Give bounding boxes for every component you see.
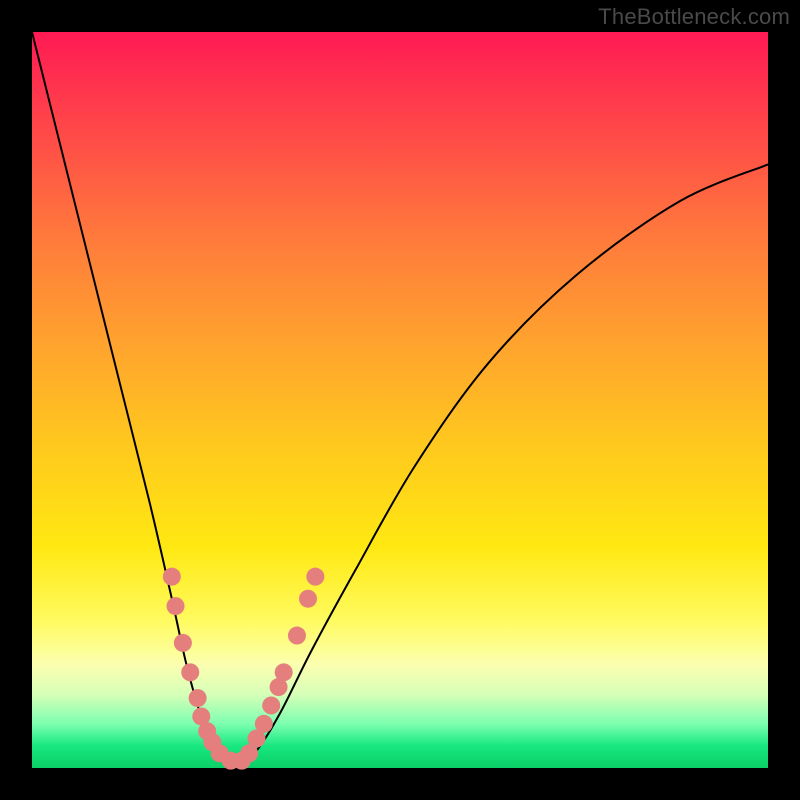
dots-layer — [163, 568, 325, 770]
bottleneck-curve — [32, 32, 768, 762]
watermark-text: TheBottleneck.com — [598, 4, 790, 30]
highlight-dot — [255, 715, 273, 733]
curve-layer — [32, 32, 768, 762]
highlight-dot — [163, 568, 181, 586]
highlight-dot — [299, 590, 317, 608]
highlight-dot — [275, 663, 293, 681]
plot-area — [32, 32, 768, 768]
highlight-dot — [167, 597, 185, 615]
chart-frame: TheBottleneck.com — [0, 0, 800, 800]
highlight-dot — [306, 568, 324, 586]
highlight-dot — [262, 696, 280, 714]
highlight-dot — [174, 634, 192, 652]
highlight-dot — [288, 627, 306, 645]
chart-svg — [32, 32, 768, 768]
highlight-dot — [189, 689, 207, 707]
highlight-dot — [181, 663, 199, 681]
